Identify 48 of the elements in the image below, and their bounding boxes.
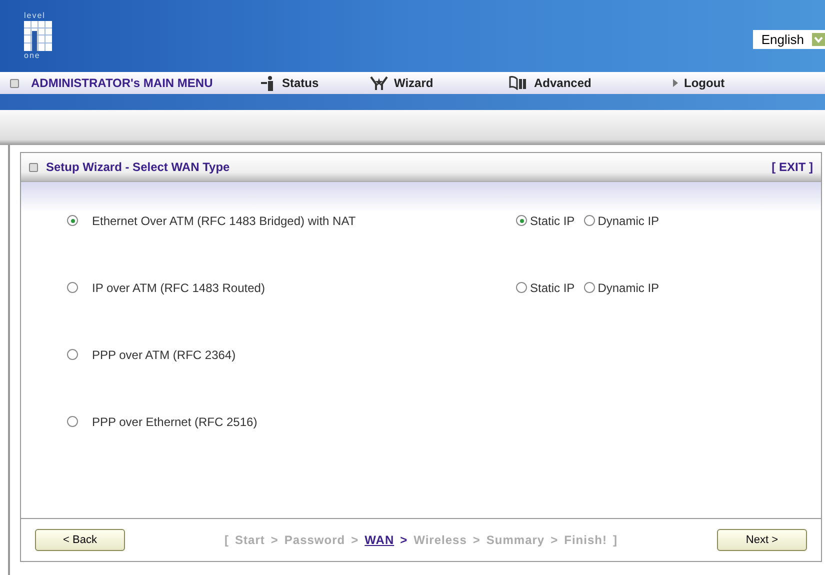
square-bullet-icon <box>10 78 19 88</box>
breadcrumb-step: > <box>270 533 278 547</box>
radio-button[interactable] <box>67 215 78 226</box>
radio-label: Dynamic IP <box>598 214 660 228</box>
breadcrumb-step: Wireless <box>414 533 467 547</box>
logo-grid-icon <box>24 21 52 51</box>
radio-label: PPP over ATM (RFC 2364) <box>92 348 237 362</box>
radio-button[interactable] <box>67 349 78 360</box>
back-button[interactable]: < Back <box>35 529 125 551</box>
person-icon <box>260 76 276 90</box>
breadcrumb-step: > <box>472 533 480 547</box>
exit-link[interactable]: [ EXIT ] <box>772 160 813 174</box>
menu-link[interactable]: Wizard <box>394 76 434 90</box>
breadcrumb-step: [ <box>224 533 230 547</box>
radio-label: PPP over Ethernet (RFC 2516) <box>92 415 258 429</box>
breadcrumb-step: ] <box>612 533 618 547</box>
breadcrumb-step: > <box>550 533 558 547</box>
radio-label: Ethernet Over ATM (RFC 1483 Bridged) with NAT <box>92 214 357 228</box>
breadcrumb-step: Finish! <box>564 533 607 547</box>
radio-label: Static IP <box>530 214 575 228</box>
breadcrumb-step: > <box>351 533 359 547</box>
square-bullet-icon <box>29 162 38 172</box>
logo-text: one <box>24 52 40 60</box>
triangle-bullet-icon <box>673 79 678 87</box>
radio-button[interactable] <box>516 282 527 293</box>
book-icon <box>508 76 528 90</box>
menu-title: ADMINISTRATOR's MAIN MENU <box>31 76 213 90</box>
radio-label: IP over ATM (RFC 1483 Routed) <box>92 281 266 295</box>
panel-title: Setup Wizard - Select WAN Type <box>46 160 231 174</box>
radio-label: Dynamic IP <box>598 281 660 295</box>
radio-button[interactable] <box>516 215 527 226</box>
breadcrumb-step: > <box>400 533 408 547</box>
menu-link[interactable]: Status <box>282 76 319 90</box>
breadcrumb-step: Password <box>284 533 346 547</box>
radio-button[interactable] <box>67 416 78 427</box>
hands-star-icon <box>370 76 388 90</box>
menu-link[interactable]: Logout <box>684 76 725 90</box>
radio-button[interactable] <box>584 215 595 226</box>
radio-button[interactable] <box>67 282 78 293</box>
breadcrumb-step: Summary <box>486 533 545 547</box>
next-button[interactable]: Next > <box>716 529 807 551</box>
radio-label: Static IP <box>530 281 575 295</box>
breadcrumb-step: Start <box>235 533 265 547</box>
breadcrumb-link[interactable]: WAN <box>364 533 394 547</box>
menu-link[interactable]: Advanced <box>534 76 592 90</box>
radio-button[interactable] <box>584 282 595 293</box>
language-select[interactable]: English <box>753 30 825 48</box>
logo-text: level <box>24 12 46 20</box>
